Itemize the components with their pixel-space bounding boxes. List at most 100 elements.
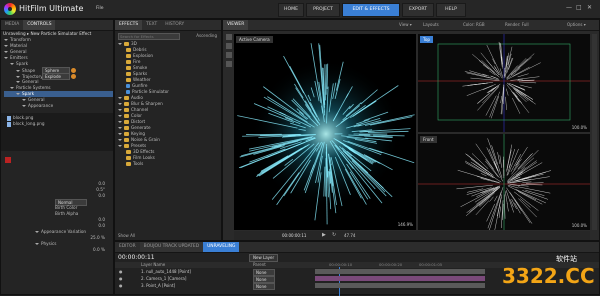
- folder-icon: [124, 132, 129, 136]
- folder-icon: [124, 144, 129, 148]
- visibility-icon: ●: [119, 283, 123, 288]
- particle-streak: [481, 178, 500, 183]
- particle-streak: [518, 187, 550, 193]
- layer-bar[interactable]: [315, 276, 485, 281]
- particle-streak: [461, 187, 498, 207]
- viewer-scrollbar[interactable]: [592, 34, 597, 230]
- loop-icon[interactable]: ↻: [332, 232, 336, 238]
- top-bar: HitFilm Ultimate File HOME PROJECT EDIT …: [0, 0, 600, 19]
- particle-streak: [489, 197, 493, 202]
- zoom-tool-icon[interactable]: [226, 52, 232, 58]
- effects-search-bar: Ascending: [115, 31, 221, 41]
- site-watermark: 3322.CC 软件站: [498, 262, 598, 294]
- play-icon[interactable]: ▶: [322, 232, 326, 238]
- controls-tree: Transform Material General Emitters Spar…: [1, 37, 113, 109]
- keyframe-icon[interactable]: [71, 74, 76, 79]
- nav-help[interactable]: HELP: [436, 3, 466, 17]
- particle-streak: [520, 85, 532, 88]
- particle-streak: [501, 96, 502, 103]
- front-viewport[interactable]: Front 100.0%: [418, 134, 590, 230]
- particle-streak: [500, 155, 502, 168]
- show-all-link[interactable]: Show All: [118, 233, 135, 238]
- tab-viewer[interactable]: VIEWER: [223, 20, 248, 30]
- timeline-tabs: EDITORBOUJOU TRACK UPDATEDUNRAVELING: [115, 242, 599, 253]
- controls-panel: MEDIACONTROLS Unraveling ▸ New Particle …: [0, 19, 114, 295]
- tab-editor[interactable]: EDITOR: [115, 242, 140, 252]
- render-menu[interactable]: Render: Full: [505, 22, 529, 27]
- select-tool-icon[interactable]: [226, 34, 232, 40]
- effects-tabs: EFFECTSTEXTHISTORY: [115, 20, 221, 31]
- visibility-icon: ●: [119, 269, 123, 274]
- prop-value[interactable]: 0.0 %: [5, 247, 113, 253]
- move-tool-icon[interactable]: [226, 43, 232, 49]
- particle-streak: [507, 163, 542, 183]
- nav-edit-effects[interactable]: EDIT & EFFECTS: [342, 3, 400, 17]
- top-zoom-readout[interactable]: 100.0%: [572, 125, 587, 130]
- tab-text[interactable]: TEXT: [142, 20, 161, 30]
- trajectory-select[interactable]: Explode: [42, 73, 70, 80]
- tab-controls[interactable]: CONTROLS: [23, 20, 55, 30]
- image-file-icon: [7, 122, 11, 127]
- mask-tool-icon[interactable]: [226, 61, 232, 67]
- new-layer-button[interactable]: New Layer: [249, 254, 278, 262]
- parent-header: Parent: [253, 262, 266, 267]
- nav-home[interactable]: HOME: [278, 3, 304, 17]
- view-menu[interactable]: View ▾: [399, 22, 412, 27]
- top-view-label[interactable]: Top: [420, 36, 433, 43]
- particle-streak: [511, 185, 528, 187]
- close-icon[interactable]: ✕: [587, 4, 592, 11]
- front-zoom-readout[interactable]: 100.0%: [572, 223, 587, 228]
- particle-streak: [505, 56, 508, 77]
- particle-streak: [518, 74, 529, 77]
- folder-icon: [124, 126, 129, 130]
- effects-tree: 3D Debris Explosion Fire Smoke Sparks We…: [115, 41, 221, 167]
- folder-icon: [126, 78, 131, 82]
- particle-streak: [494, 196, 497, 201]
- folder-icon: [124, 138, 129, 142]
- tab-unraveling[interactable]: UNRAVELING: [203, 242, 239, 252]
- particle-streak: [491, 96, 499, 118]
- main-viewport[interactable]: Active Camera 146.9%: [234, 34, 416, 230]
- camera-select[interactable]: Active Camera: [236, 36, 273, 43]
- particle-streak: [512, 170, 524, 178]
- minimize-icon[interactable]: —: [566, 4, 572, 11]
- file-menu[interactable]: File: [96, 6, 104, 11]
- timeline-timecode: 00:00:00:11: [118, 254, 155, 261]
- effects-search-input[interactable]: [118, 33, 180, 40]
- tab-effects[interactable]: EFFECTS: [115, 20, 142, 30]
- top-viewport[interactable]: Top 100.0%: [418, 34, 590, 132]
- layer-bar[interactable]: [315, 283, 485, 288]
- particle-streak: [476, 186, 500, 197]
- folder-icon: [124, 102, 129, 106]
- color-menu[interactable]: Color: RGB: [463, 22, 485, 27]
- image-file-icon: [7, 116, 11, 121]
- options-menu[interactable]: Options ▾: [567, 22, 586, 27]
- particle-streak: [526, 183, 543, 184]
- particle-streak: [506, 89, 508, 96]
- nav-export[interactable]: EXPORT: [402, 3, 434, 17]
- media-item[interactable]: block_long.png: [7, 121, 107, 127]
- watermark-sub: 软件站: [556, 254, 577, 264]
- front-view-label[interactable]: Front: [420, 136, 437, 143]
- tab-boujou[interactable]: BOUJOU TRACK UPDATED: [140, 242, 203, 252]
- layer-bar[interactable]: [315, 269, 485, 274]
- particle-streak: [518, 77, 539, 80]
- particle-streak: [504, 195, 505, 219]
- effect-category[interactable]: Tools: [118, 161, 221, 167]
- folder-icon: [124, 96, 129, 100]
- particle-streak: [456, 185, 492, 189]
- tab-media[interactable]: MEDIA: [1, 20, 23, 30]
- layouts-menu[interactable]: Layouts: [423, 22, 439, 27]
- maximize-icon[interactable]: □: [576, 4, 582, 11]
- tab-history[interactable]: HISTORY: [161, 20, 188, 30]
- viewer-header: VIEWER View ▾ Layouts Color: RGB Render:…: [223, 20, 599, 31]
- zoom-readout[interactable]: 146.9%: [398, 222, 413, 227]
- color-swatch[interactable]: [5, 157, 11, 163]
- tree-item[interactable]: Appearance: [4, 103, 113, 109]
- particle-streak: [516, 161, 536, 175]
- particle-streak: [477, 176, 490, 180]
- parent-select[interactable]: None: [253, 283, 275, 290]
- sort-label[interactable]: Ascending: [196, 33, 217, 38]
- nav-project[interactable]: PROJECT: [306, 3, 340, 17]
- media-list: block.png block_long.png: [1, 113, 113, 151]
